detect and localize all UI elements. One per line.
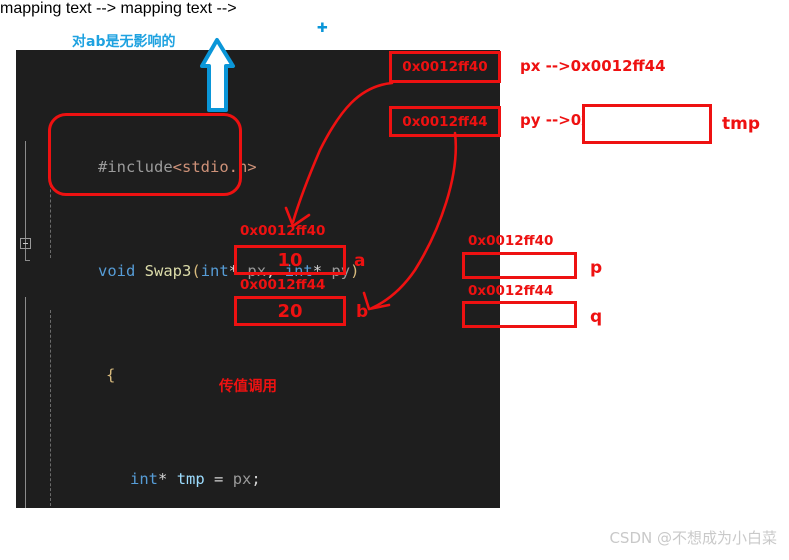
token-semicolon: ; — [251, 470, 261, 488]
token-brace-open: { — [106, 366, 116, 384]
token-keyword-int: int — [284, 262, 313, 280]
label-py-mapping: py -->0x0012ff40 — [520, 111, 666, 129]
token-param-px: px — [247, 262, 267, 280]
code-editor[interactable]: #include<stdio.h> void Swap3(int* px, in… — [16, 50, 500, 508]
blue-plus-mark-icon: ✚ — [317, 21, 328, 36]
code-line: #include<stdio.h> — [16, 128, 500, 176]
token-comma: , — [266, 262, 276, 280]
token-param-py: py — [331, 262, 351, 280]
token-var-tmp: tmp — [176, 470, 205, 488]
token-include-file: <stdio.h> — [172, 158, 257, 176]
note-no-effect-on-ab: 对ab是无影响的 — [72, 34, 176, 50]
label-px-mapping: px -->0x0012ff44 — [520, 57, 666, 75]
fold-toggle-swap3[interactable] — [20, 238, 31, 249]
code-line: int* tmp = px; — [16, 440, 500, 488]
token-keyword-int: int — [130, 470, 158, 488]
code-line: { — [16, 336, 500, 384]
code-line: void Swap3(int* px, int* py) — [16, 232, 500, 280]
label-p: p — [590, 258, 603, 278]
token-keyword-int: int — [200, 262, 229, 280]
box-tmp-value — [582, 104, 712, 144]
token-star: * — [312, 262, 323, 280]
token-param-px: px — [232, 470, 252, 488]
token-star: * — [228, 262, 239, 280]
token-star: * — [158, 470, 168, 488]
token-assign: = — [214, 470, 224, 488]
token-function-swap3: Swap3 — [144, 262, 192, 280]
token-lparen: ( — [191, 262, 201, 280]
code-text: #include<stdio.h> void Swap3(int* px, in… — [16, 50, 500, 508]
token-include-directive: #include — [98, 158, 173, 176]
token-keyword-void: void — [98, 262, 136, 280]
label-q: q — [590, 307, 603, 327]
csdn-watermark: CSDN @不想成为小白菜 — [609, 529, 777, 547]
label-tmp: tmp — [722, 114, 761, 134]
token-rparen: ) — [350, 262, 360, 280]
